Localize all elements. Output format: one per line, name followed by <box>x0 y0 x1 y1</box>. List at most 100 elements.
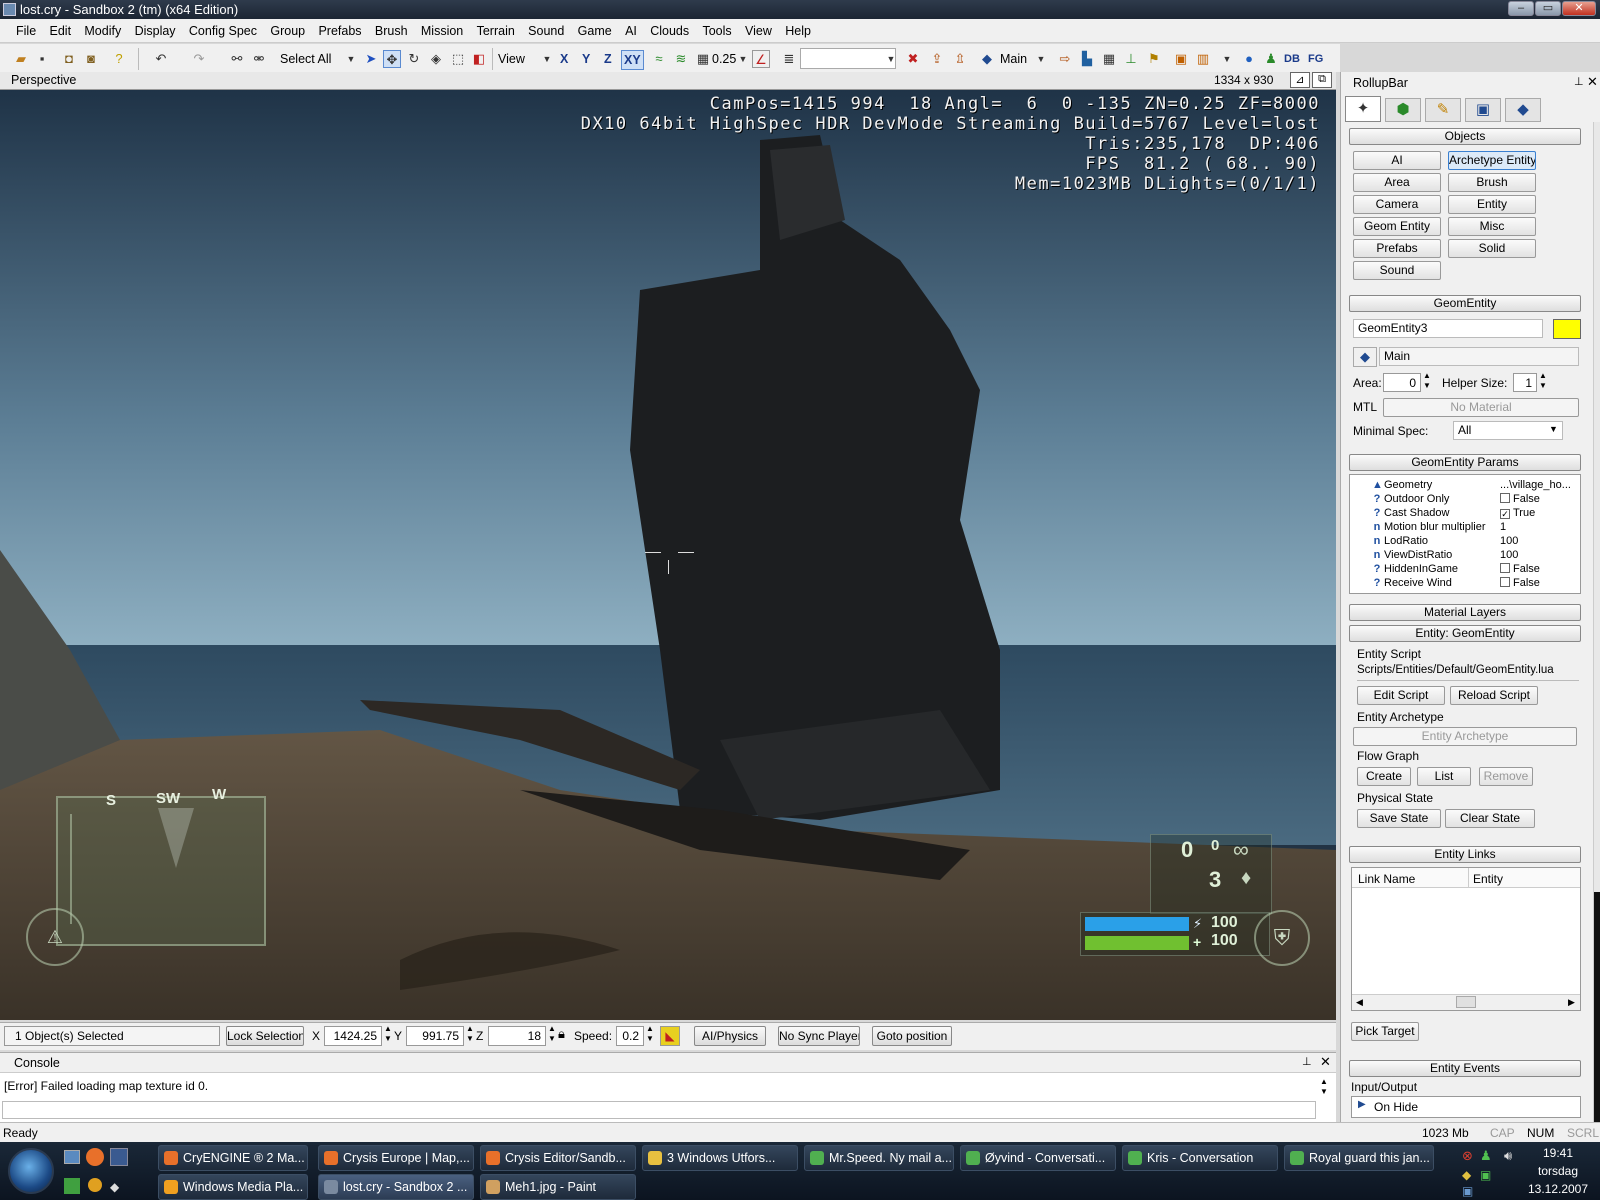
param-view-dist-ratio[interactable]: n ViewDistRatio 100 <box>1350 548 1580 562</box>
tab-objects[interactable]: ✦ <box>1345 96 1381 122</box>
chevron-down-icon[interactable]: ▼ <box>538 50 556 68</box>
app-quicklaunch-icon[interactable] <box>110 1148 128 1166</box>
object-camera-button[interactable]: Camera <box>1353 195 1441 214</box>
links-horizontal-scrollbar[interactable]: ◀ ▶ <box>1352 994 1580 1010</box>
param-value[interactable]: 1 <box>1500 520 1580 534</box>
event-on-hide[interactable]: On Hide <box>1374 1100 1418 1114</box>
save-icon[interactable]: ▪ <box>33 50 51 68</box>
tray-update-icon[interactable]: ◆ <box>1462 1168 1471 1182</box>
param-cast-shadow[interactable]: ? Cast Shadow ✓ True <box>1350 506 1580 520</box>
chevron-down-icon[interactable]: ▼ <box>1032 50 1050 68</box>
task-msn-mail[interactable]: Mr.Speed. Ny mail a... <box>804 1145 954 1171</box>
entity-events-header[interactable]: Entity Events <box>1349 1060 1581 1077</box>
chevron-icon[interactable]: ◆ <box>110 1180 119 1194</box>
database-icon[interactable]: DB <box>1284 50 1300 68</box>
tab-layers[interactable]: ◆ <box>1505 98 1541 122</box>
param-value[interactable]: 100 <box>1500 534 1580 548</box>
delete-object-icon[interactable]: ✖ <box>904 50 922 68</box>
globe-icon[interactable]: ● <box>1240 50 1258 68</box>
select-arrow-icon[interactable]: ➤ <box>362 50 380 68</box>
material-editor-icon[interactable]: ▣ <box>1172 50 1190 68</box>
task-sandbox[interactable]: lost.cry - Sandbox 2 ... <box>318 1174 474 1200</box>
chevron-down-icon[interactable]: ▼ <box>1218 50 1236 68</box>
lock-selection-button[interactable]: Lock Selection <box>226 1026 304 1046</box>
terrain-icon[interactable]: ⊥ <box>1122 50 1140 68</box>
menu-help[interactable]: Help <box>780 19 816 38</box>
start-button[interactable] <box>8 1148 54 1194</box>
menu-display[interactable]: Display <box>130 19 181 38</box>
objects-header[interactable]: Objects <box>1349 128 1581 145</box>
menu-view[interactable]: View <box>740 19 777 38</box>
chevron-down-icon[interactable]: ▼ <box>734 50 752 68</box>
select-region-icon[interactable]: ⬚ <box>449 50 467 68</box>
close-icon[interactable]: ✕ <box>1320 1054 1331 1070</box>
terrain-collision-icon[interactable]: ◣ <box>660 1026 680 1046</box>
entity-header[interactable]: Entity: GeomEntity <box>1349 625 1581 642</box>
console-input[interactable] <box>2 1101 1316 1119</box>
menu-modify[interactable]: Modify <box>79 19 126 38</box>
x-coordinate-input[interactable]: 1424.25 <box>324 1026 382 1046</box>
param-checkbox[interactable] <box>1500 563 1510 573</box>
task-crysis-europe[interactable]: Crysis Europe | Map,... <box>318 1145 474 1171</box>
menu-group[interactable]: Group <box>265 19 310 38</box>
object-entity-button[interactable]: Entity <box>1448 195 1536 214</box>
physics-icon[interactable]: ▙ <box>1078 50 1096 68</box>
axis-y-button[interactable]: Y <box>582 50 590 68</box>
flowgraph-create-button[interactable]: Create <box>1357 767 1411 786</box>
help-icon[interactable]: ? <box>110 50 128 68</box>
menu-sound[interactable]: Sound <box>523 19 569 38</box>
mannequin-icon[interactable]: ⚑ <box>1145 50 1163 68</box>
grid-size-value[interactable]: 0.25 <box>712 50 736 68</box>
axis-x-button[interactable]: X <box>560 50 568 68</box>
task-windows-explorer[interactable]: 3 Windows Utfors... <box>642 1145 798 1171</box>
param-checkbox[interactable] <box>1500 577 1510 587</box>
open-icon[interactable]: ▰ <box>12 50 30 68</box>
entity-name-input[interactable]: GeomEntity3 <box>1353 319 1543 338</box>
redo-icon[interactable]: ↷ <box>190 50 208 68</box>
param-value[interactable]: ...\village_ho... <box>1500 478 1580 492</box>
firefox-quicklaunch-icon[interactable] <box>86 1148 104 1166</box>
tab-display[interactable]: ▣ <box>1465 98 1501 122</box>
task-crysis-editor[interactable]: Crysis Editor/Sandb... <box>480 1145 636 1171</box>
tray-volume-icon[interactable]: 🔊︎ <box>1504 1148 1512 1164</box>
ai-physics-button[interactable]: AI/Physics <box>694 1026 766 1046</box>
object-prefabs-button[interactable]: Prefabs <box>1353 239 1441 258</box>
notes-icon[interactable]: ≣ <box>780 50 798 68</box>
unlink-icon[interactable]: ⚮ <box>250 50 268 68</box>
flowgraph-list-button[interactable]: List <box>1417 767 1471 786</box>
rotate-icon[interactable]: ↻ <box>405 50 423 68</box>
menu-game[interactable]: Game <box>573 19 617 38</box>
tray-security-icon[interactable]: ⊗ <box>1462 1148 1473 1164</box>
save-state-button[interactable]: Save State <box>1357 809 1441 828</box>
task-paint[interactable]: Meh1.jpg - Paint <box>480 1174 636 1200</box>
param-value[interactable]: 100 <box>1500 548 1580 562</box>
tray-network-icon[interactable]: ▣ <box>1480 1168 1491 1182</box>
tray-messenger-icon[interactable]: ♟ <box>1480 1148 1492 1164</box>
snap-terrain-icon[interactable]: ≋ <box>672 50 690 68</box>
task-media-player[interactable]: Windows Media Pla... <box>158 1174 308 1200</box>
menu-edit[interactable]: Edit <box>45 19 77 38</box>
param-checkbox[interactable]: ✓ <box>1500 509 1510 519</box>
snap-object-icon[interactable]: ◧ <box>470 50 488 68</box>
info-quicklaunch-icon[interactable] <box>88 1178 102 1192</box>
param-hidden-in-game[interactable]: ? HiddenInGame False <box>1350 562 1580 576</box>
object-ai-button[interactable]: AI <box>1353 151 1441 170</box>
flowgraph-icon[interactable]: FG <box>1308 50 1323 68</box>
chevron-down-icon[interactable]: ▼ <box>1549 424 1558 434</box>
3d-viewport[interactable]: CamPos=1415 994 18 Angl= 6 0 -135 ZN=0.2… <box>0 90 1336 1020</box>
pick-target-button[interactable]: Pick Target <box>1351 1022 1419 1041</box>
menu-tools[interactable]: Tools <box>697 19 736 38</box>
move-icon[interactable]: ✥ <box>383 50 401 68</box>
scrollbar-thumb[interactable] <box>1594 892 1600 1122</box>
entity-color-swatch[interactable] <box>1553 319 1581 339</box>
viewport-name[interactable]: Perspective <box>11 73 76 87</box>
param-lod-ratio[interactable]: n LodRatio 100 <box>1350 534 1580 548</box>
terrain-follow-icon[interactable]: ≈ <box>650 50 668 68</box>
minimal-spec-select[interactable]: All <box>1453 421 1563 440</box>
param-receive-wind[interactable]: ? Receive Wind False <box>1350 576 1580 590</box>
area-spinner-icon[interactable]: ▲ ▼ <box>1423 371 1431 391</box>
close-button[interactable]: ✕ <box>1562 1 1596 16</box>
object-sound-button[interactable]: Sound <box>1353 261 1441 280</box>
show-desktop-icon[interactable] <box>64 1150 80 1164</box>
task-kris-conversation[interactable]: Kris - Conversation <box>1122 1145 1278 1171</box>
